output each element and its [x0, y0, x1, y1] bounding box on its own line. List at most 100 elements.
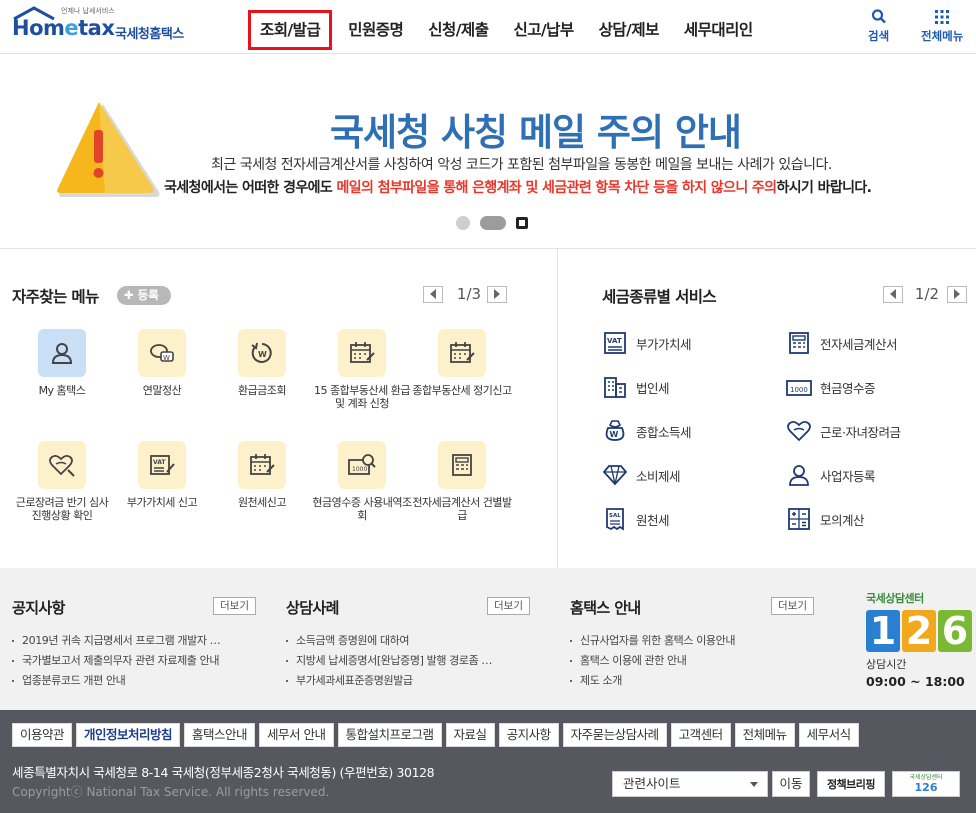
favorite-label: 현금영수증 사용내역조회 [312, 496, 412, 522]
footer-terms-link[interactable]: 이용약관 [12, 723, 73, 747]
footer-customer-center-link[interactable]: 고객센터 [670, 723, 731, 747]
service-business-registration[interactable]: 사업자등록 [786, 462, 876, 488]
footer-privacy-link[interactable]: 개인정보처리방침 [76, 723, 181, 747]
main-nav: 조회/발급 민원증명 신청/제출 신고/납부 상담/제보 세무대리인 [248, 10, 769, 50]
warning-icon [57, 102, 160, 197]
consult-cases-more-button[interactable]: 더보기 [487, 597, 530, 615]
favorite-year-end-settlement[interactable]: W 연말정산 [112, 329, 212, 397]
notice-banner[interactable]: 국세청 사칭 메일 주의 안내 최근 국세청 전자세금계산서를 사칭하여 악성 … [0, 55, 976, 248]
call-center-hours-label: 상담시간 [866, 658, 907, 671]
list-item[interactable]: 제도 소개 [570, 671, 735, 691]
list-item[interactable]: 홈택스 이용에 관한 안내 [570, 651, 735, 671]
list-item[interactable]: 국가별보고서 제출의무자 관련 자료제출 안내 [12, 651, 220, 671]
nav-inquiry-issue[interactable]: 조회/발급 [248, 10, 333, 50]
service-income-tax[interactable]: W 종합소득세 [602, 418, 692, 444]
footer-tax-office-link[interactable]: 세무서 안내 [259, 723, 334, 747]
svg-text:W: W [258, 350, 267, 359]
related-sites-select[interactable]: 관련사이트 [612, 771, 768, 797]
tax-services-next-button[interactable] [947, 285, 967, 303]
favorite-refund-inquiry[interactable]: W 환급금조회 [212, 329, 312, 397]
list-item[interactable]: 소득금액 증명원에 대하여 [286, 631, 492, 651]
service-label: 전자세금계산서 [820, 336, 898, 352]
calendar-icon [350, 342, 375, 363]
header: 언제나 납세서비스 Hometax 국세청홈택스 조회/발급 민원증명 신청/제… [0, 0, 976, 54]
service-corporate-tax[interactable]: 법인세 [602, 374, 670, 400]
hometax-guide-more-button[interactable]: 더보기 [771, 597, 814, 615]
service-consumption-tax[interactable]: 소비제세 [602, 462, 681, 488]
logo-wordmark-e: e [64, 16, 79, 40]
favorite-vat-report[interactable]: VAT 부가가치세 신고 [112, 441, 212, 509]
service-label: 종합소득세 [636, 424, 692, 440]
nav-certificates[interactable]: 민원증명 [339, 10, 412, 50]
plus-icon: ✚ [124, 288, 138, 302]
favorite-icon-box: W [238, 329, 286, 377]
banner-warning-text-part: 국세청에서는 어떠한 경우에도 [164, 180, 337, 196]
footer-notice-link[interactable]: 공지사항 [498, 723, 559, 747]
arrow-left-icon [890, 289, 896, 299]
footer-installer-link[interactable]: 통합설치프로그램 [337, 723, 442, 747]
service-label: 소비제세 [636, 468, 681, 484]
register-favorite-button[interactable]: ✚ 등록 [117, 286, 171, 305]
favorite-property-tax-report[interactable]: 종합부동산세 정기신고 [412, 329, 512, 397]
footer-faq-link[interactable]: 자주묻는상담사례 [562, 723, 667, 747]
heart-icon [49, 454, 75, 477]
service-vat[interactable]: VAT 부가가치세 [602, 330, 692, 356]
service-mock-calculation[interactable]: 모의계산 [786, 506, 865, 532]
nav-report-pay[interactable]: 신고/납부 [504, 10, 582, 50]
banner-warning-text-part: 하시기 바랍니다. [776, 180, 872, 196]
banner-dot-2[interactable] [480, 216, 506, 230]
list-item[interactable]: 부가세과세표준증명원발급 [286, 671, 492, 691]
tax-services-pager: 1/2 [883, 285, 967, 303]
nav-consult-tip[interactable]: 상담/제보 [590, 10, 668, 50]
call-center-banner[interactable]: 국세상담센터 1 2 6 상담시간 09:00 ~ 18:00 [866, 590, 974, 689]
banner-dot-1[interactable] [456, 216, 470, 230]
search-button[interactable]: 검색 [868, 8, 889, 44]
call-center-number: 1 2 6 [866, 610, 974, 652]
service-e-tax-invoice[interactable]: 전자세금계산서 [786, 330, 898, 356]
list-item[interactable]: 신규사업자를 위한 홈택스 이용안내 [570, 631, 735, 651]
favorite-withholding-report[interactable]: 원천세신고 [212, 441, 312, 509]
all-menu-label: 전체메뉴 [921, 29, 964, 43]
service-work-child-incentive[interactable]: 근로·자녀장려금 [786, 418, 901, 444]
footer-all-menu-link[interactable]: 전체메뉴 [734, 723, 795, 747]
favorites-next-button[interactable] [487, 285, 507, 303]
favorite-icon-box: W [138, 329, 186, 377]
money-bag-icon: W [602, 418, 628, 444]
favorite-property-tax-refund[interactable]: 15 종합부동산세 환급 및 계좌 신청 [312, 329, 412, 410]
divider [0, 248, 976, 249]
call-center-footer-banner[interactable]: 국세상담센터 126 [892, 771, 960, 797]
cash-receipt-icon: 1000 [786, 374, 812, 400]
nav-apply-submit[interactable]: 신청/제출 [419, 10, 497, 50]
favorite-icon-box [38, 441, 86, 489]
service-cash-receipt[interactable]: 1000 현금영수증 [786, 374, 876, 400]
calendar-icon [450, 342, 475, 363]
nav-tax-agent[interactable]: 세무대리인 [675, 10, 762, 50]
favorite-icon-box [338, 329, 386, 377]
logo-tagline: 언제나 납세서비스 [61, 7, 115, 15]
list-item[interactable]: 2019년 귀속 지급명세서 프로그램 개발자 … [12, 631, 221, 651]
policy-briefing-banner[interactable]: 정책브리핑 [817, 771, 885, 797]
favorite-work-incentive-review[interactable]: 근로장려금 반기 심사 진행상황 확인 [12, 441, 112, 522]
favorite-label: 환급금조회 [237, 384, 287, 397]
favorite-e-invoice-issue[interactable]: 전자세금계산서 건별발급 [412, 441, 512, 522]
footer-resources-link[interactable]: 자료실 [445, 723, 495, 747]
favorite-label: 전자세금계산서 건별발급 [412, 496, 512, 522]
favorites-prev-button[interactable] [423, 285, 443, 303]
tax-services-page-indicator: 1/2 [914, 285, 940, 303]
notice-more-button[interactable]: 더보기 [213, 597, 256, 615]
go-button[interactable]: 이동 [772, 771, 810, 797]
banner-dot-active[interactable] [516, 217, 528, 229]
list-item[interactable]: 지방세 납세증명서[완납증명] 발행 경로좀 … [286, 651, 492, 671]
tax-services-prev-button[interactable] [883, 285, 903, 303]
favorite-cash-receipt-inquiry[interactable]: 1000 현금영수증 사용내역조회 [312, 441, 412, 522]
all-menu-button[interactable]: 전체메뉴 [921, 8, 963, 44]
favorite-my-hometax[interactable]: My 홈택스 [12, 329, 112, 397]
service-withholding-tax[interactable]: SAL 원천세 [602, 506, 670, 532]
refund-icon: W [251, 342, 272, 363]
footer-tax-forms-link[interactable]: 세무서식 [798, 723, 859, 747]
list-item[interactable]: 업종분류코드 개편 안내 [12, 671, 220, 691]
chevron-down-icon [750, 782, 758, 787]
footer-nav: 이용약관 개인정보처리방침 홈택스안내 세무서 안내 통합설치프로그램 자료실 … [12, 723, 859, 747]
hometax-logo[interactable]: 언제나 납세서비스 Hometax 국세청홈택스 [12, 6, 197, 48]
footer-hometax-guide-link[interactable]: 홈택스안내 [184, 723, 256, 747]
